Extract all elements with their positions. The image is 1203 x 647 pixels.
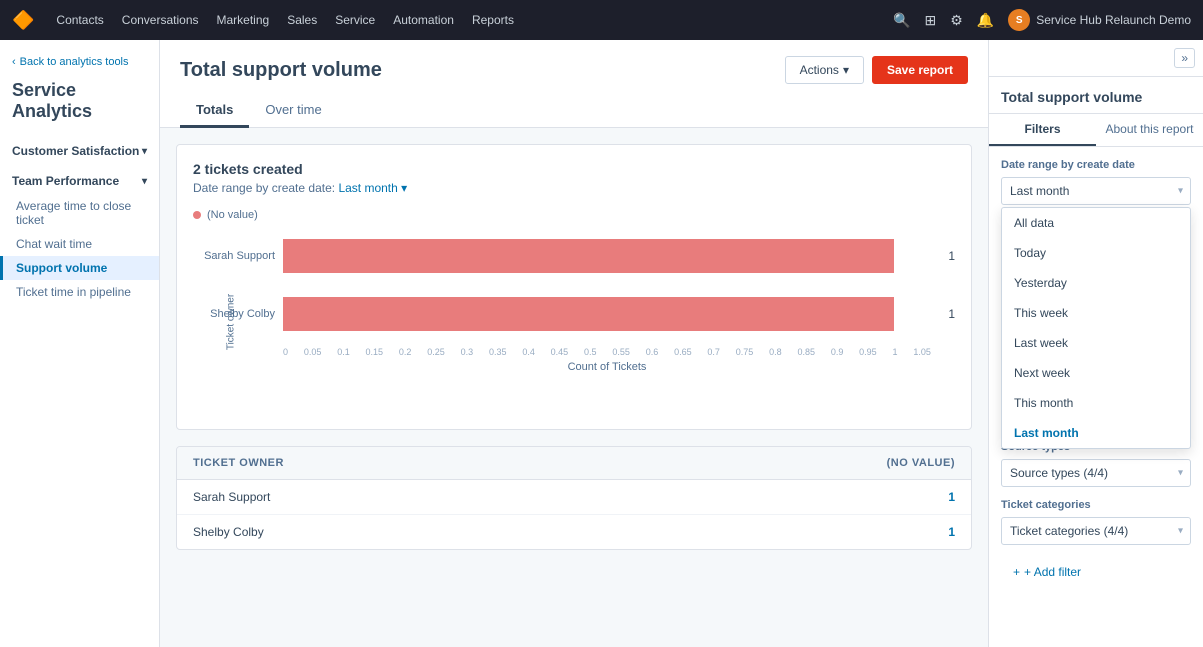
chart-summary: 2 tickets created	[193, 161, 955, 177]
rp-tab-filters[interactable]: Filters	[989, 114, 1096, 146]
marketplace-icon[interactable]: ⊞	[925, 12, 937, 29]
x-axis-label: Count of Tickets	[283, 361, 955, 373]
right-panel: » Total support volume Filters About thi…	[988, 40, 1203, 647]
page-title: Total support volume	[180, 59, 382, 82]
ticket-categories-select[interactable]: Ticket categories (4/4)	[1001, 517, 1191, 545]
account-name: Service Hub Relaunch Demo	[1036, 13, 1191, 27]
page-header: Total support volume Actions ▾ Save repo…	[160, 40, 988, 128]
col-ticket-owner: TICKET OWNER	[193, 457, 284, 469]
avatar: S	[1008, 9, 1030, 31]
back-to-analytics[interactable]: ‹ Back to analytics tools	[0, 56, 159, 80]
actions-button[interactable]: Actions ▾	[785, 56, 864, 84]
account-menu[interactable]: S Service Hub Relaunch Demo	[1008, 9, 1191, 31]
top-navigation: 🔶 Contacts Conversations Marketing Sales…	[0, 0, 1203, 40]
sidebar-title: Service Analytics	[0, 80, 159, 138]
sidebar-section-header-customer-satisfaction[interactable]: Customer Satisfaction ▾	[0, 138, 159, 164]
right-panel-tabs: Filters About this report	[989, 114, 1203, 147]
nav-service[interactable]: Service	[335, 13, 375, 27]
date-range-select-wrap: Last month All data Today Yesterday This…	[1001, 177, 1191, 205]
dropdown-item-yesterday[interactable]: Yesterday	[1002, 268, 1190, 298]
dropdown-item-this-week[interactable]: This week	[1002, 298, 1190, 328]
table-row: Shelby Colby 1	[177, 515, 971, 549]
nav-reports[interactable]: Reports	[472, 13, 514, 27]
sidebar: ‹ Back to analytics tools Service Analyt…	[0, 40, 160, 647]
search-icon[interactable]: 🔍	[893, 12, 910, 29]
dropdown-item-today[interactable]: Today	[1002, 238, 1190, 268]
sidebar-item-avg-close[interactable]: Average time to close ticket	[0, 194, 159, 232]
chevron-up-icon: ▾	[142, 176, 147, 187]
table-header: TICKET OWNER (NO VALUE)	[177, 447, 971, 480]
chart-bar-row-1: Sarah Support 1	[283, 239, 955, 273]
nav-marketing[interactable]: Marketing	[217, 13, 270, 27]
nav-automation[interactable]: Automation	[393, 13, 454, 27]
chevron-down-icon: ▾	[142, 146, 147, 157]
add-filter-button[interactable]: + + Add filter	[1001, 557, 1191, 587]
back-arrow-icon: ‹	[12, 56, 16, 68]
row2-owner: Shelby Colby	[193, 525, 264, 539]
nav-conversations[interactable]: Conversations	[122, 13, 199, 27]
dropdown-item-last-month[interactable]: Last month	[1002, 418, 1190, 448]
date-range-select[interactable]: Last month All data Today Yesterday This…	[1001, 177, 1191, 205]
page-tabs: Totals Over time	[180, 94, 968, 127]
source-types-select-wrap: Source types (4/4) ▾	[1001, 459, 1191, 487]
sidebar-item-support-volume[interactable]: Support volume	[0, 256, 159, 280]
row2-value: 1	[948, 525, 955, 539]
sidebar-item-ticket-pipeline[interactable]: Ticket time in pipeline	[0, 280, 159, 304]
caret-down-icon: ▾	[843, 63, 849, 77]
x-axis-ticks: 0 0.05 0.1 0.15 0.2 0.25 0.3 0.35 0.4 0.…	[283, 347, 955, 357]
data-table: TICKET OWNER (NO VALUE) Sarah Support 1 …	[176, 446, 972, 550]
ticket-categories-select-wrap: Ticket categories (4/4) ▾	[1001, 517, 1191, 545]
header-actions: Actions ▾ Save report	[785, 56, 968, 84]
bar-value-2: 1	[948, 307, 955, 321]
ticket-categories-label: Ticket categories	[1001, 499, 1191, 511]
sidebar-section-team-performance: Team Performance ▾ Average time to close…	[0, 168, 159, 304]
tab-totals[interactable]: Totals	[180, 94, 249, 128]
legend-label: (No value)	[207, 209, 258, 221]
save-report-button[interactable]: Save report	[872, 56, 968, 84]
row1-owner: Sarah Support	[193, 490, 270, 504]
right-panel-title: Total support volume	[989, 77, 1203, 114]
bar-label-1: Sarah Support	[195, 250, 275, 262]
bar-value-1: 1	[948, 249, 955, 263]
date-range-filter-label: Date range by create date	[1001, 159, 1191, 171]
chart-legend: (No value)	[193, 209, 955, 221]
dropdown-item-all-data[interactable]: All data	[1002, 208, 1190, 238]
bar-fill-1	[283, 239, 894, 273]
chart-section: 2 tickets created Date range by create d…	[176, 144, 972, 430]
chart-bar-row-2: Shelby Colby 1	[283, 297, 955, 331]
row1-value: 1	[948, 490, 955, 504]
bar-label-2: Shelby Colby	[195, 308, 275, 320]
nav-sales[interactable]: Sales	[287, 13, 317, 27]
tab-over-time[interactable]: Over time	[249, 94, 337, 128]
hubspot-logo[interactable]: 🔶	[12, 10, 34, 31]
dropdown-item-last-week[interactable]: Last week	[1002, 328, 1190, 358]
dropdown-item-this-month[interactable]: This month	[1002, 388, 1190, 418]
collapse-panel-button[interactable]: »	[1174, 48, 1195, 68]
sidebar-item-chat-wait[interactable]: Chat wait time	[0, 232, 159, 256]
dropdown-item-next-week[interactable]: Next week	[1002, 358, 1190, 388]
date-range-link[interactable]: Last month ▾	[338, 181, 407, 195]
plus-icon: +	[1013, 565, 1020, 579]
table-row: Sarah Support 1	[177, 480, 971, 515]
right-panel-filters: Date range by create date Last month All…	[989, 147, 1203, 599]
sidebar-section-header-team-performance[interactable]: Team Performance ▾	[0, 168, 159, 194]
settings-icon[interactable]: ⚙	[950, 12, 963, 29]
y-axis-label: Ticket owner	[226, 294, 237, 350]
bar-fill-2	[283, 297, 894, 331]
main-content: Total support volume Actions ▾ Save repo…	[160, 40, 988, 647]
sidebar-section-customer-satisfaction: Customer Satisfaction ▾	[0, 138, 159, 164]
nav-contacts[interactable]: Contacts	[56, 13, 103, 27]
col-no-value: (NO VALUE)	[887, 457, 955, 469]
date-range-bar: Date range by create date: Last month ▾	[193, 181, 955, 195]
legend-dot	[193, 211, 201, 219]
notifications-icon[interactable]: 🔔	[977, 12, 994, 29]
rp-tab-about[interactable]: About this report	[1096, 114, 1203, 146]
source-types-select[interactable]: Source types (4/4)	[1001, 459, 1191, 487]
date-range-dropdown: All data Today Yesterday This week Last …	[1001, 207, 1191, 449]
